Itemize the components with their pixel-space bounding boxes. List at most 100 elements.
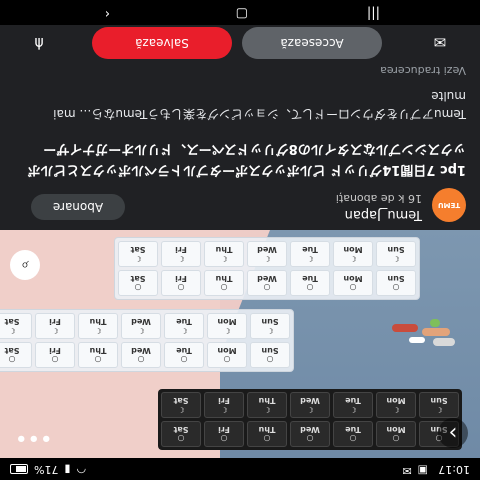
organizer-day-column: ○ Mon ☾ Mon	[333, 241, 373, 296]
day-label: Thu	[89, 346, 107, 356]
day-label: Tue	[176, 346, 192, 356]
organizer-day-column: ○ Sat ☾ Sat	[161, 392, 201, 447]
clock: 10:17	[438, 463, 470, 476]
day-label: Sat	[4, 346, 20, 356]
wifi-icon: ◠	[76, 463, 87, 476]
comment-icon[interactable]: ✉	[430, 32, 450, 52]
day-label: Mon	[217, 346, 237, 356]
organizer-day-column: ○ Wed ☾ Wed	[121, 313, 161, 368]
share-icon[interactable]: ⋔	[28, 31, 50, 53]
night-compartment: ☾ Mon	[376, 392, 416, 418]
more-options-button[interactable]: •••	[14, 427, 52, 448]
day-compartment: ○ Mon	[376, 421, 416, 447]
subscriber-count: 16 k de abonați	[335, 192, 422, 205]
pill	[433, 338, 455, 346]
night-compartment: ☾ Fri	[35, 313, 75, 339]
organizer-day-column: ○ Sat ☾ Sat	[118, 241, 158, 296]
day-label: Wed	[131, 317, 151, 327]
sun-icon: ○	[134, 283, 142, 293]
visual-search-button[interactable]: ⌕	[10, 250, 40, 280]
pin-title: 1pc 7日間14グリッド ピルボックスポータブルトラベルボックスとピルボックス…	[27, 141, 466, 177]
moon-icon: ☾	[263, 405, 271, 415]
pill	[392, 324, 418, 332]
sun-icon: ○	[223, 355, 231, 365]
day-compartment: ○ Mon	[333, 270, 373, 296]
sun-icon: ○	[94, 355, 102, 365]
status-bar: 10:17 ▣ ✉ ◠ ▮ 71%	[0, 458, 480, 480]
seller-row: TEMU Temu_Japan 16 k de abonați Abonare	[0, 180, 480, 230]
sun-icon: ○	[349, 434, 357, 444]
sun-icon: ○	[349, 283, 357, 293]
next-image-button[interactable]: ›	[438, 418, 468, 448]
night-compartment: ☾ Sat	[118, 241, 158, 267]
moon-icon: ☾	[8, 326, 16, 336]
day-label: Tue	[302, 274, 318, 284]
organizer-day-column: ○ Thu ☾ Thu	[204, 241, 244, 296]
pill	[422, 328, 450, 336]
organizer-day-column: ○ Wed ☾ Wed	[290, 392, 330, 447]
day-label: Sun	[261, 346, 279, 356]
save-button[interactable]: Salvează	[92, 27, 232, 59]
day-label: Thu	[215, 274, 233, 284]
night-compartment: ☾ Thu	[247, 392, 287, 418]
pin-description[interactable]: Temuアプリをダウンロードして、ショッピングを楽しもうTemuなら… mai …	[26, 87, 466, 123]
moon-icon: ☾	[177, 405, 185, 415]
night-compartment: ☾ Fri	[161, 241, 201, 267]
night-compartment: ☾ Sat	[161, 392, 201, 418]
day-label: Wed	[131, 346, 151, 356]
organizer-day-column: ○ Mon ☾ Mon	[207, 313, 247, 368]
organizer-day-column: ○ Fri ☾ Fri	[204, 392, 244, 447]
white-pill-organizer-2: ○ Sun ☾ Sun ○ Mon ☾ Mon ○ Tue ☾ Tue ○ Wed ☾ Wed ○ Thu ☾ Thu…	[114, 237, 420, 300]
night-compartment: ☾ Sun	[419, 392, 459, 418]
sun-icon: ○	[266, 355, 274, 365]
night-compartment: ☾ Tue	[290, 241, 330, 267]
day-compartment: ○ Sat	[0, 342, 32, 368]
day-compartment: ○ Fri	[35, 342, 75, 368]
moon-icon: ☾	[263, 254, 271, 264]
day-label: Thu	[89, 317, 107, 327]
organizer-day-column: ○ Thu ☾ Thu	[247, 392, 287, 447]
day-label: Mon	[386, 396, 406, 406]
day-label: Thu	[258, 425, 276, 435]
lens-icon: ⌕	[21, 257, 29, 273]
sun-icon: ○	[8, 355, 16, 365]
day-label: Wed	[257, 274, 277, 284]
day-label: Sat	[130, 245, 146, 255]
product-image[interactable]: ○ Sun ☾ Sun ○ Mon ☾ Mon ○ Tue ☾ Tue ○ Wed ☾ Wed ○ Thu ☾ Thu…	[0, 230, 480, 458]
moon-icon: ☾	[223, 326, 231, 336]
sun-icon: ○	[220, 283, 228, 293]
system-nav-bar: ||| ▢ ‹	[0, 0, 480, 25]
night-compartment: ☾ Tue	[164, 313, 204, 339]
pill	[409, 337, 425, 343]
sun-icon: ○	[392, 283, 400, 293]
night-compartment: ☾ Thu	[78, 313, 118, 339]
sun-icon: ○	[263, 283, 271, 293]
seller-name[interactable]: Temu_Japan	[345, 207, 422, 222]
sun-icon: ○	[177, 283, 185, 293]
subscribe-button[interactable]: Abonare	[31, 194, 125, 220]
home-icon[interactable]: ▢	[236, 6, 248, 21]
day-compartment: ○ Wed	[247, 270, 287, 296]
day-label: Sun	[387, 245, 405, 255]
back-icon[interactable]: ‹	[105, 6, 110, 21]
status-right: ◠ ▮ 71%	[10, 463, 86, 476]
moon-icon: ☾	[220, 405, 228, 415]
sun-icon: ○	[306, 434, 314, 444]
avatar[interactable]: TEMU	[432, 188, 466, 222]
night-compartment: ☾ Thu	[204, 241, 244, 267]
day-label: Fri	[218, 396, 230, 406]
night-compartment: ☾ Mon	[333, 241, 373, 267]
day-label: Sun	[387, 274, 405, 284]
translate-link[interactable]: Vezi traducerea	[380, 64, 466, 77]
recent-apps-icon[interactable]: |||	[367, 6, 380, 21]
day-label: Mon	[343, 274, 363, 284]
sun-icon: ○	[51, 355, 59, 365]
moon-icon: ☾	[266, 326, 274, 336]
night-compartment: ☾ Sat	[0, 313, 32, 339]
visit-button[interactable]: Accesează	[242, 27, 382, 59]
notification-icons: ▣ ✉	[402, 464, 428, 477]
organizer-day-column: ○ Sat ☾ Sat	[0, 313, 32, 368]
screen: 10:17 ▣ ✉ ◠ ▮ 71% ○ Sun ☾ Sun ○ Mon ☾ Mon ○ Tue ☾ T…	[0, 0, 480, 480]
day-compartment: ○ Thu	[78, 342, 118, 368]
moon-icon: ☾	[349, 254, 357, 264]
